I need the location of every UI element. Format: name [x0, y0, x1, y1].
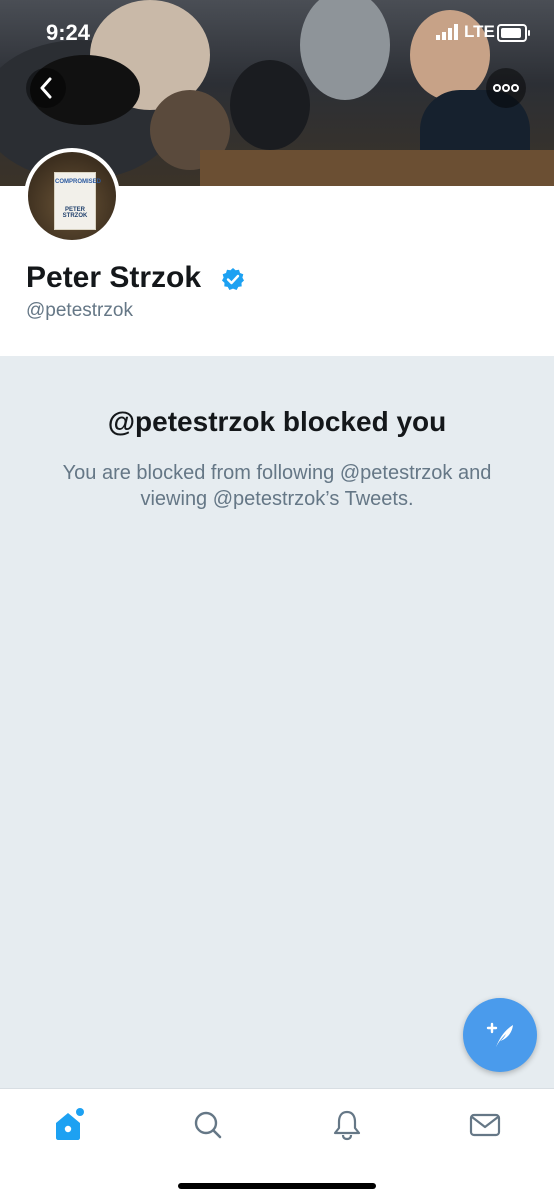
blocked-notice: @petestrzok blocked you You are blocked …	[0, 356, 554, 1088]
verified-badge-icon	[222, 268, 244, 290]
tab-search[interactable]	[188, 1105, 228, 1145]
notifications-icon	[333, 1110, 361, 1141]
status-bar: 9:24 LTE	[0, 0, 554, 64]
tab-notifications[interactable]	[327, 1105, 367, 1145]
profile-handle: @petestrzok	[26, 300, 133, 321]
tab-home[interactable]	[49, 1105, 89, 1145]
battery-icon	[497, 24, 530, 42]
compose-feather-icon	[486, 1022, 513, 1047]
avatar-book-image: COMPROMISED PETER STRZOK	[54, 172, 102, 230]
profile-name: Peter Strzok	[26, 261, 202, 294]
profile-avatar[interactable]: COMPROMISED PETER STRZOK	[24, 148, 120, 244]
chevron-left-icon	[40, 77, 52, 99]
compose-tweet-button[interactable]	[463, 998, 537, 1072]
network-label: LTE	[464, 22, 495, 41]
banner-photo-shape	[200, 150, 554, 186]
status-time: 9:24	[46, 20, 91, 45]
signal-icon	[436, 24, 458, 40]
banner-photo-shape	[230, 60, 310, 150]
blocked-message: You are blocked from following @petestrz…	[62, 462, 492, 510]
back-button[interactable]	[26, 68, 66, 108]
more-options-button[interactable]	[486, 68, 526, 108]
blocked-title: @petestrzok blocked you	[107, 406, 447, 437]
home-icon	[56, 1108, 84, 1140]
avatar-book-title: COMPROMISED	[55, 179, 102, 185]
messages-icon	[469, 1113, 501, 1137]
avatar-book-author: PETER STRZOK	[62, 207, 88, 219]
search-icon	[194, 1111, 222, 1139]
more-icon	[493, 84, 519, 92]
home-indicator[interactable]	[178, 1183, 376, 1189]
tab-messages[interactable]	[465, 1105, 505, 1145]
